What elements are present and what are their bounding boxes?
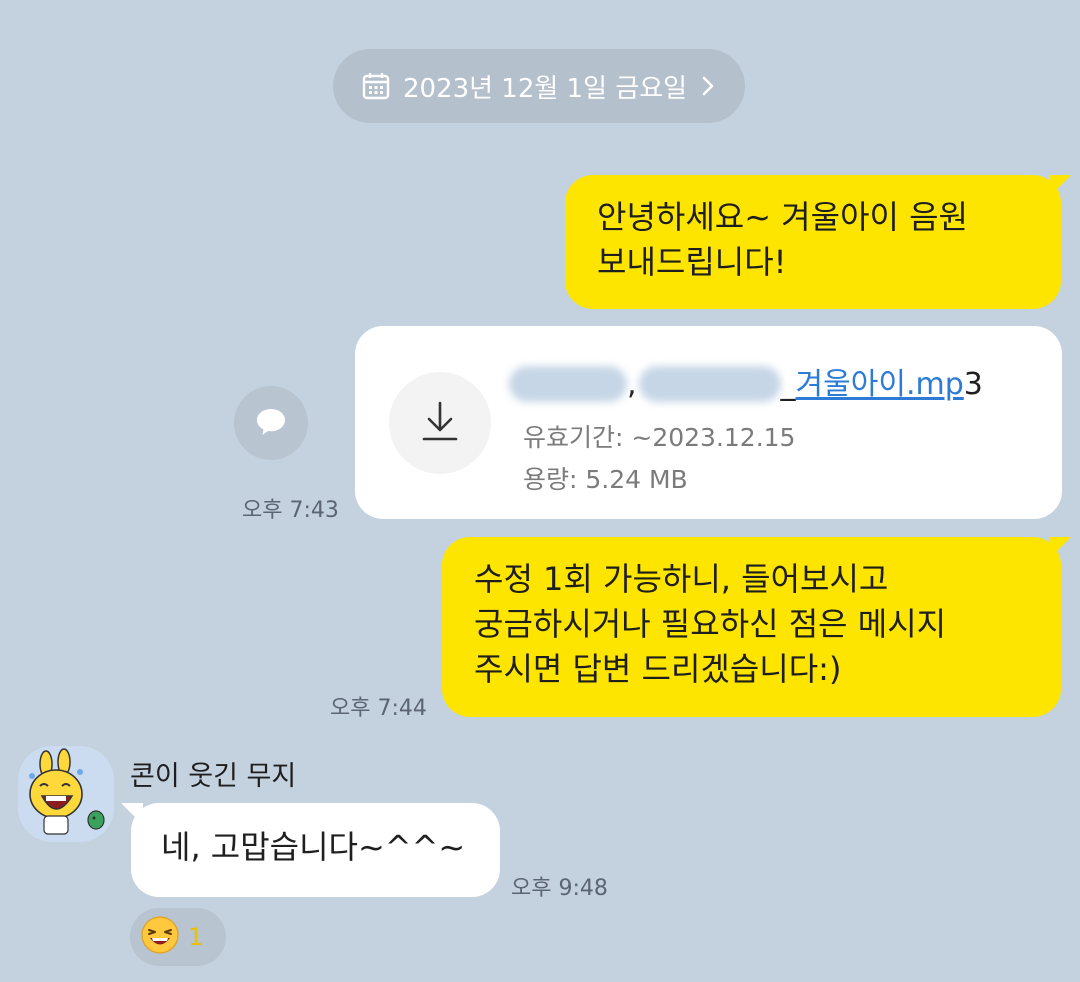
avatar[interactable] [18,746,114,842]
date-divider[interactable]: 2023년 12월 1일 금요일 [333,49,745,123]
message-time: 오후 7:43 [242,498,339,523]
message-line: 안녕하세요~ 겨울아이 음원 [597,198,968,236]
download-icon [418,399,462,447]
file-name[interactable]: , _ 겨울아이.mp 3 [509,358,983,403]
message-bubble-outgoing[interactable]: 수정 1회 가능하니, 들어보시고 궁금하시거나 필요하신 점은 메시지 주시면… [442,537,1071,717]
file-expiry: 유효기간: ~2023.12.15 [523,423,796,452]
message-bubble-outgoing[interactable]: 안녕하세요~ 겨울아이 음원 보내드립니다! [565,175,1071,309]
calendar-icon [361,71,391,101]
file-name-link[interactable]: 겨울아이.mp [796,359,964,403]
reaction-badge[interactable]: 1 [130,908,226,966]
file-size: 용량: 5.24 MB [523,465,688,494]
chevron-right-icon [699,74,717,98]
message-line: 수정 1회 가능하니, 들어보시고 [474,560,889,598]
reaction-count: 1 [188,923,204,951]
redacted-text [509,366,627,402]
redacted-text [638,366,781,402]
message-time: 오후 7:44 [330,696,427,721]
message-text: 네, 고맙습니다~^^~ [161,828,466,866]
file-name-separator: _ [780,367,796,402]
message-time: 오후 9:48 [511,876,608,901]
chat-bubble-icon [254,404,288,442]
bubble-tail [1049,175,1071,197]
bubble-tail [121,803,143,825]
file-name-extension: 3 [963,367,983,402]
download-button[interactable] [389,372,491,474]
message-line: 보내드립니다! [597,243,787,281]
share-button[interactable] [234,386,308,460]
message-bubble-incoming[interactable]: 네, 고맙습니다~^^~ [121,803,500,897]
file-name-separator: , [627,367,637,402]
message-line: 주시면 답변 드리겠습니다:) [474,650,842,688]
laughing-emoji-icon [140,915,180,959]
message-line: 궁금하시거나 필요하신 점은 메시지 [474,605,947,643]
file-message-card[interactable]: , _ 겨울아이.mp 3 유효기간: ~2023.12.15 용량: 5.24… [355,326,1062,519]
date-label: 2023년 12월 1일 금요일 [402,73,688,104]
sender-name: 콘이 웃긴 무지 [130,761,297,792]
bubble-tail [1049,537,1071,559]
